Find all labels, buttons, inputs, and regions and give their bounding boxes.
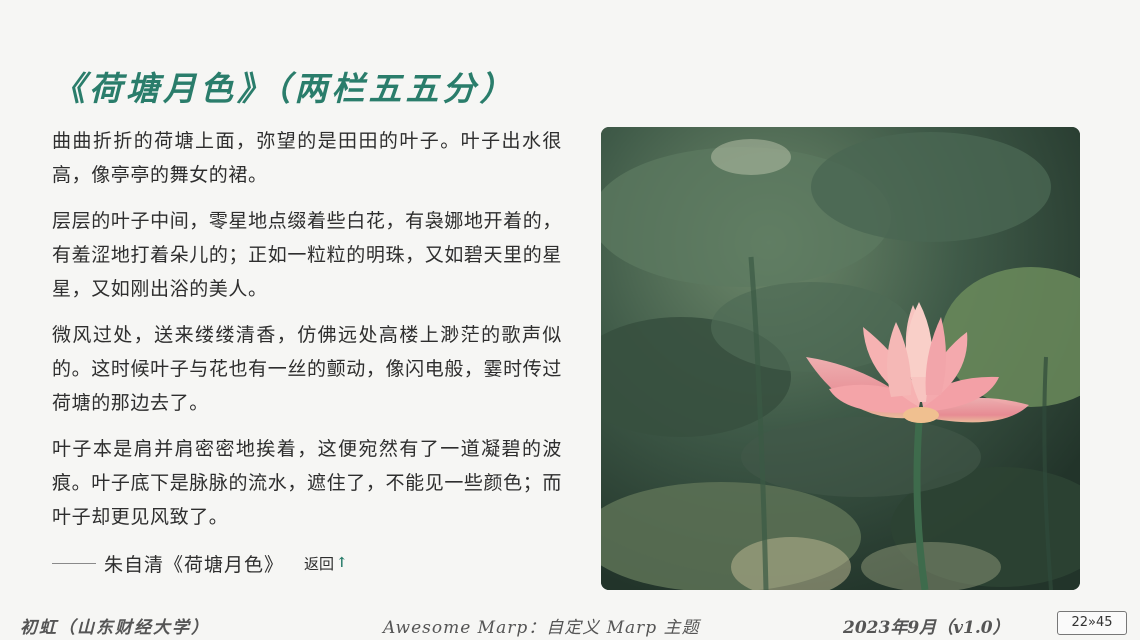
slide-title: 《荷塘月色》（两栏五五分） — [52, 69, 517, 108]
up-arrow-icon: ↑ — [336, 555, 348, 571]
attribution-dash — [52, 562, 96, 564]
attribution-text: 朱自清《荷塘月色》 — [104, 553, 285, 576]
back-link[interactable]: 返回 ↑ — [304, 553, 348, 574]
paragraph-3: 微风过处，送来缕缕清香，仿佛远处高楼上渺茫的歌声似的。这时候叶子与花也有一丝的颤… — [52, 324, 562, 414]
footer-theme-title: Awesome Marp：自定义 Marp 主题 — [383, 618, 700, 638]
paragraph-2: 层层的叶子中间，零星地点缀着些白花，有袅娜地开着的，有羞涩地打着朵儿的；正如一粒… — [52, 210, 562, 300]
paragraph-4: 叶子本是肩并肩密密地挨着，这便宛然有了一道凝碧的波痕。叶子底下是脉脉的流水，遮住… — [52, 438, 562, 528]
page-counter[interactable]: 22»45 — [1057, 611, 1127, 635]
footer: 初虹（山东财经大学） Awesome Marp：自定义 Marp 主题 2023… — [0, 606, 1140, 640]
text-column: 曲曲折折的荷塘上面，弥望的是田田的叶子。叶子出水很高，像亭亭的舞女的裙。 层层的… — [52, 124, 562, 580]
lotus-flower-icon — [601, 127, 1080, 590]
lotus-photo — [601, 127, 1080, 590]
footer-author: 初虹（山东财经大学） — [20, 618, 210, 638]
attribution: 朱自清《荷塘月色》 返回 ↑ — [52, 546, 562, 580]
footer-date-version: 2023年9月（v1.0） — [843, 618, 1010, 638]
paragraph-1: 曲曲折折的荷塘上面，弥望的是田田的叶子。叶子出水很高，像亭亭的舞女的裙。 — [52, 130, 562, 186]
back-link-label: 返回 — [304, 554, 335, 573]
